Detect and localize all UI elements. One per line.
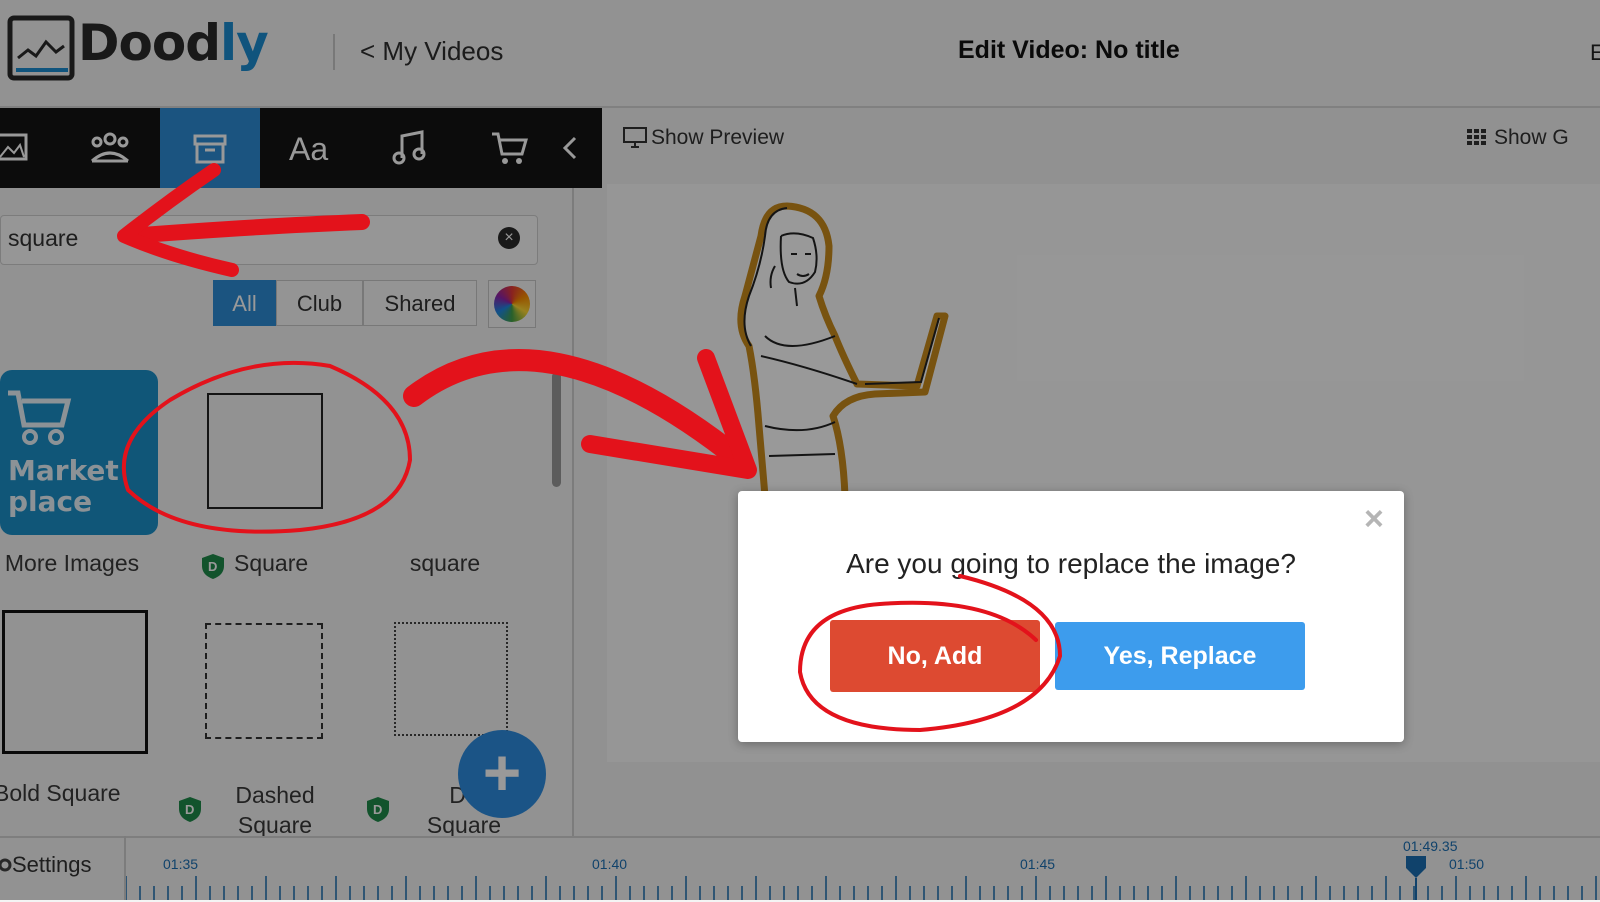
- replace-image-dialog: [738, 491, 1404, 742]
- close-icon[interactable]: ×: [1364, 500, 1384, 539]
- dialog-message: Are you going to replace the image?: [846, 548, 1296, 579]
- yes-replace-button[interactable]: Yes, Replace: [1055, 622, 1305, 690]
- modal-overlay: [0, 0, 1600, 900]
- no-add-button[interactable]: No, Add: [830, 620, 1040, 692]
